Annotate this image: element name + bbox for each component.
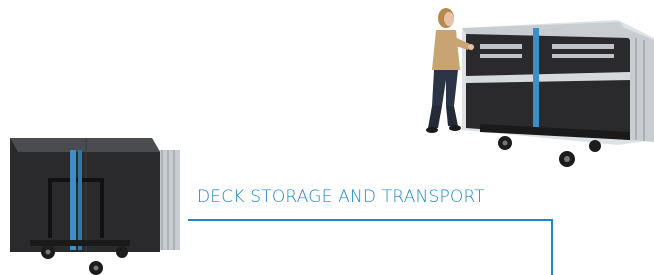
accent-rule-horizontal [188,219,553,221]
cargo-strap [533,28,539,134]
large-deck-cart [462,20,654,167]
product-illustration [10,8,654,275]
cargo-strap [70,150,76,250]
caster-wheel [116,246,128,258]
caster-wheel [589,140,601,152]
deck-panel [466,26,630,140]
accent-rule-vertical [551,219,553,275]
deck-panel [10,138,160,252]
section-caption: DECK STORAGE AND TRANSPORT [197,187,485,207]
small-deck-cart [10,138,180,275]
